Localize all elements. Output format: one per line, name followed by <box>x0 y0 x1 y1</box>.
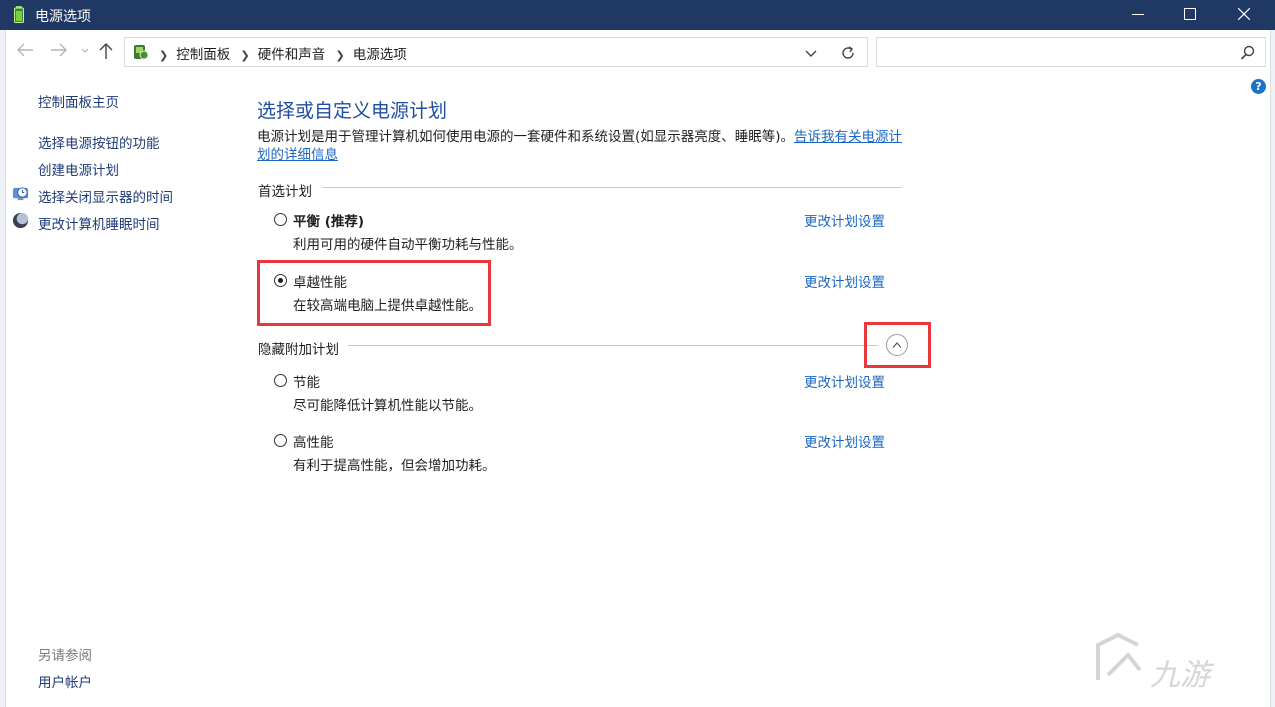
sidebar-item-create-plan[interactable]: 创建电源计划 <box>38 159 119 179</box>
plan-name[interactable]: 节能 <box>293 371 320 391</box>
plan-description: 利用可用的硬件自动平衡功耗与性能。 <box>293 237 523 253</box>
plan-balanced: 平衡 (推荐) 利用可用的硬件自动平衡功耗与性能。 更改计划设置 <box>274 210 894 254</box>
minimize-button[interactable] <box>1112 0 1166 30</box>
sidebar-item-display-off-time[interactable]: 选择关闭显示器的时间 <box>38 186 173 206</box>
window-title: 电源选项 <box>35 9 91 25</box>
breadcrumb-item-control-panel[interactable]: 控制面板 <box>176 47 230 63</box>
breadcrumb: ❯ 控制面板 ❯ 硬件和声音 ❯ 电源选项 <box>153 43 407 63</box>
breadcrumb-item-hardware-sound[interactable]: 硬件和声音 <box>258 47 326 63</box>
description-text: 电源计划是用于管理计算机如何使用电源的一套硬件和系统设置(如显示器亮度、睡眠等)… <box>257 129 795 145</box>
search-icon[interactable] <box>1240 45 1255 60</box>
refresh-icon <box>842 46 854 59</box>
plan-name[interactable]: 平衡 (推荐) <box>293 210 364 230</box>
plan-name[interactable]: 高性能 <box>293 431 334 451</box>
sidebar: 控制面板主页 选择电源按钮的功能 创建电源计划 选择关闭显示器的时间 更改计算机… <box>6 74 236 707</box>
radio-button[interactable] <box>274 434 287 447</box>
sidebar-item-power-button[interactable]: 选择电源按钮的功能 <box>38 132 160 152</box>
highlight-box <box>864 322 931 368</box>
address-bar[interactable]: ❯ 控制面板 ❯ 硬件和声音 ❯ 电源选项 <box>124 37 834 67</box>
navigation-bar: ❯ 控制面板 ❯ 硬件和声音 ❯ 电源选项 <box>6 30 1270 74</box>
breadcrumb-separator-icon: ❯ <box>335 49 345 62</box>
moon-icon <box>12 212 29 229</box>
control-panel-icon <box>134 45 149 60</box>
plan-power-saver: 节能 尽可能降低计算机性能以节能。 更改计划设置 <box>274 371 894 415</box>
recent-locations-button[interactable] <box>80 42 94 62</box>
maximize-button[interactable] <box>1164 0 1218 30</box>
window-edge-right <box>1270 30 1275 707</box>
refresh-button[interactable] <box>828 37 868 67</box>
watermark-text: 九游 <box>1150 658 1210 693</box>
watermark-logo-icon <box>1096 632 1142 680</box>
page-title: 选择或自定义电源计划 <box>257 100 448 122</box>
chevron-down-icon[interactable] <box>805 47 817 59</box>
change-plan-settings-link[interactable]: 更改计划设置 <box>804 371 885 391</box>
minimize-icon <box>1132 14 1144 15</box>
arrow-left-icon <box>17 43 33 57</box>
close-icon <box>1238 8 1250 20</box>
hidden-plans-label: 隐藏附加计划 <box>258 342 339 358</box>
sidebar-item-control-panel-home[interactable]: 控制面板主页 <box>38 91 119 111</box>
plan-high-performance: 高性能 有利于提高性能，但会增加功耗。 更改计划设置 <box>274 431 894 475</box>
plan-description: 尽可能降低计算机性能以节能。 <box>293 398 482 414</box>
breadcrumb-item-power-options[interactable]: 电源选项 <box>353 47 407 63</box>
breadcrumb-separator-icon: ❯ <box>159 49 169 62</box>
preferred-plans-label: 首选计划 <box>258 184 312 200</box>
monitor-clock-icon <box>12 187 29 201</box>
title-bar: 电源选项 <box>0 0 1275 30</box>
watermark: 九游 <box>1080 620 1270 700</box>
arrow-right-icon <box>51 43 67 57</box>
change-plan-settings-link[interactable]: 更改计划设置 <box>804 431 885 451</box>
sidebar-item-sleep-time[interactable]: 更改计算机睡眠时间 <box>38 213 160 233</box>
divider <box>322 187 902 188</box>
maximize-icon <box>1184 8 1196 20</box>
radio-button[interactable] <box>274 213 287 226</box>
search-input[interactable] <box>876 37 1266 67</box>
divider <box>348 345 878 346</box>
page-description: 电源计划是用于管理计算机如何使用电源的一套硬件和系统设置(如显示器亮度、睡眠等)… <box>257 128 907 164</box>
up-button[interactable] <box>98 42 120 62</box>
arrow-up-icon <box>99 43 113 59</box>
breadcrumb-separator-icon: ❯ <box>240 49 250 62</box>
radio-button[interactable] <box>274 374 287 387</box>
forward-button[interactable] <box>50 42 72 62</box>
change-plan-settings-link[interactable]: 更改计划设置 <box>804 271 885 291</box>
plan-description: 有利于提高性能，但会增加功耗。 <box>293 458 496 474</box>
back-button[interactable] <box>16 42 38 62</box>
help-icon[interactable]: ? <box>1251 79 1266 94</box>
battery-icon <box>14 6 24 23</box>
see-also-user-accounts[interactable]: 用户帐户 <box>38 671 92 691</box>
highlight-box <box>257 260 491 326</box>
close-button[interactable] <box>1218 0 1272 30</box>
change-plan-settings-link[interactable]: 更改计划设置 <box>804 210 885 230</box>
see-also-label: 另请参阅 <box>38 648 92 664</box>
chevron-down-icon <box>81 48 89 53</box>
